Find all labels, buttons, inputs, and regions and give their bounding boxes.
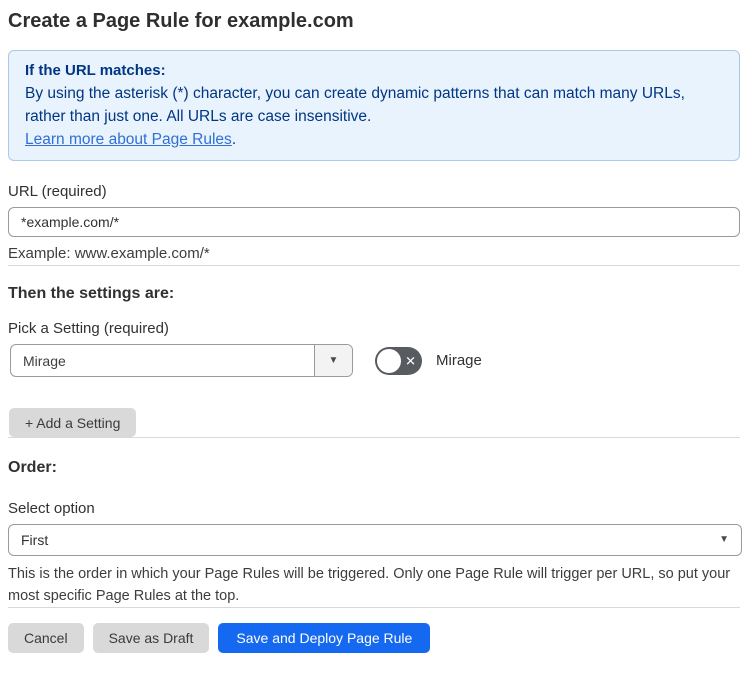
info-box-body-line: By using the asterisk (*) character, you…	[25, 85, 685, 102]
order-help-line: most specific Page Rules at the top.	[8, 588, 240, 604]
pick-setting-label: Pick a Setting (required)	[8, 320, 169, 337]
save-as-draft-button[interactable]: Save as Draft	[92, 623, 210, 653]
setting-select[interactable]: Mirage ▼	[10, 344, 353, 377]
divider	[8, 607, 740, 608]
url-input[interactable]	[8, 207, 740, 237]
order-select[interactable]: First ▼	[8, 524, 742, 556]
setting-select-value: Mirage	[23, 352, 66, 369]
info-box-body-line: rather than just one. All URLs are case …	[25, 108, 372, 125]
info-box-link-line: Learn more about Page Rules.	[25, 128, 723, 151]
mirage-toggle-label: Mirage	[436, 352, 482, 369]
url-match-info-box: If the URL matches: By using the asteris…	[8, 50, 740, 161]
chevron-down-icon: ▼	[328, 354, 339, 366]
add-setting-button[interactable]: + Add a Setting	[9, 408, 137, 437]
setting-select-arrow-button[interactable]: ▼	[314, 345, 352, 376]
order-help-text: This is the order in which your Page Rul…	[8, 563, 740, 607]
save-and-deploy-button[interactable]: Save and Deploy Page Rule	[218, 623, 431, 653]
order-select-value: First	[21, 532, 49, 548]
page-title: Create a Page Rule for example.com	[8, 10, 354, 32]
setting-row: Mirage ▼ ✕ Mirage	[8, 344, 740, 377]
create-page-rule-form: Create a Page Rule for example.com If th…	[0, 0, 750, 665]
chevron-down-icon: ▼	[719, 534, 729, 545]
toggle-knob	[377, 348, 401, 373]
settings-section-heading: Then the settings are:	[8, 285, 175, 302]
mirage-toggle[interactable]: ✕	[375, 346, 422, 375]
toggle-off-x-icon: ✕	[405, 353, 416, 368]
info-box-heading: If the URL matches:	[25, 62, 166, 79]
link-suffix: .	[231, 131, 237, 148]
order-select-label: Select option	[8, 500, 95, 517]
learn-more-page-rules-link[interactable]: Learn more about Page Rules	[25, 131, 232, 148]
divider	[8, 265, 740, 266]
url-field-label: URL (required)	[8, 183, 107, 200]
divider	[8, 437, 740, 438]
url-example-hint: Example: www.example.com/*	[8, 245, 210, 262]
order-section-heading: Order:	[8, 459, 57, 476]
cancel-button[interactable]: Cancel	[8, 623, 84, 653]
footer-actions: Cancel Save as Draft Save and Deploy Pag…	[8, 623, 740, 653]
order-help-line: This is the order in which your Page Rul…	[8, 566, 731, 582]
